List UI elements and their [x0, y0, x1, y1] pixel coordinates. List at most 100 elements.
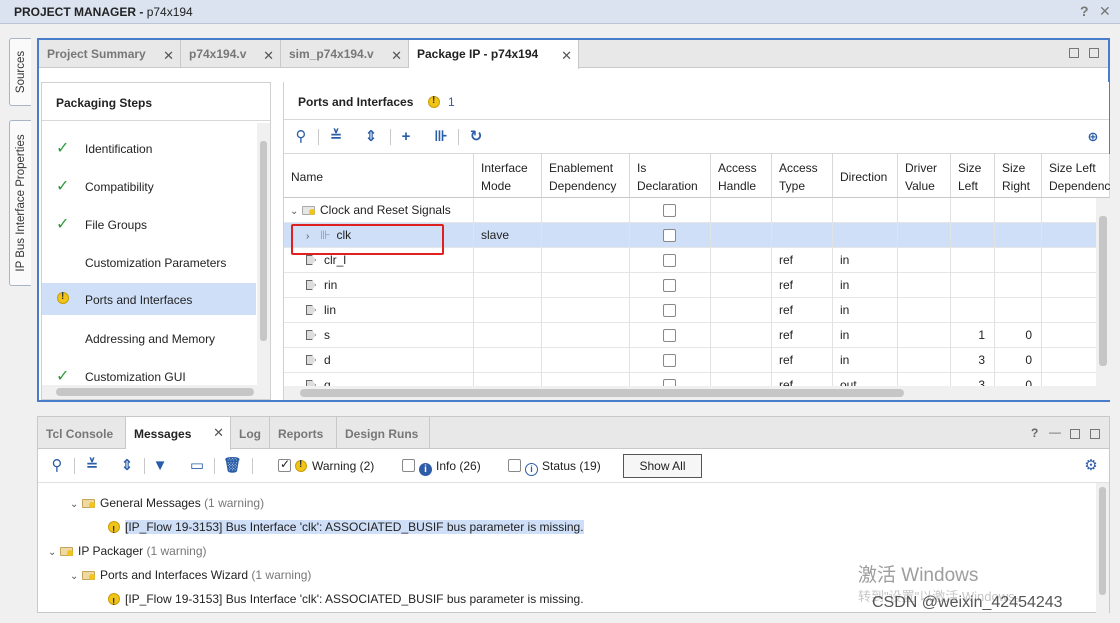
close-icon[interactable]: ✕ [213, 425, 224, 441]
tree-message[interactable]: [IP_Flow 19-3153] Bus Interface 'clk': A… [108, 588, 584, 613]
column-header[interactable]: Enablement Dependency [542, 154, 630, 198]
trash-icon[interactable]: 🗑 [223, 457, 242, 475]
restore-icon[interactable] [1069, 48, 1079, 58]
column-header[interactable]: Direction [833, 154, 898, 198]
bus-interface-icon[interactable]: ⊪ [432, 128, 450, 146]
tree-message[interactable]: [IP_Flow 19-3153] Bus Interface 'clk': A… [108, 516, 584, 542]
table-row[interactable]: rin ref in [284, 273, 1110, 298]
tab-p74x194-v[interactable]: p74x194.v ✕ [181, 40, 281, 68]
tab-sim-p74x194-v[interactable]: sim_p74x194.v ✕ [281, 40, 409, 68]
scrollbar-thumb[interactable] [1099, 487, 1106, 595]
chevron-right-icon[interactable]: › [306, 225, 318, 248]
tree-node-ports-and-interfaces-wizard[interactable]: ⌄ Ports and Interfaces Wizard (1 warning) [70, 564, 311, 586]
gear-icon[interactable]: ⚙ [1082, 457, 1100, 475]
column-header[interactable]: Is Declaration [630, 154, 711, 198]
step-ports-and-interfaces[interactable]: Ports and Interfaces [42, 283, 256, 315]
column-header[interactable]: Interface Mode [474, 154, 542, 198]
tab-messages[interactable]: Messages ✕ [126, 417, 231, 450]
warning-icon[interactable] [428, 95, 440, 108]
declaration-checkbox[interactable] [663, 279, 676, 292]
filter-icon[interactable]: ▼ [151, 457, 169, 475]
tab-log[interactable]: Log [231, 417, 270, 449]
tree-node-general-messages[interactable]: ⌄ General Messages (1 warning) [70, 492, 264, 514]
table-row[interactable]: lin ref in [284, 298, 1110, 323]
status-filter[interactable]: i Status (19) [508, 459, 601, 476]
declaration-checkbox[interactable] [663, 354, 676, 367]
column-header[interactable]: Driver Value [898, 154, 951, 198]
scrollbar-thumb[interactable] [1099, 216, 1107, 366]
steps-h-scrollbar[interactable] [42, 385, 270, 399]
tab-reports[interactable]: Reports [270, 417, 337, 449]
column-header[interactable]: Access Handle [711, 154, 772, 198]
chevron-down-icon[interactable]: ⌄ [48, 542, 60, 564]
expand-all-icon[interactable]: ⇕ [118, 457, 136, 475]
steps-scrollbar[interactable] [257, 123, 270, 387]
warning-checkbox[interactable] [278, 457, 291, 472]
ports-v-scrollbar[interactable] [1096, 198, 1110, 386]
info-checkbox[interactable] [402, 459, 415, 472]
minimize-icon[interactable]: — [1049, 425, 1061, 439]
refresh-icon[interactable]: ↻ [467, 128, 485, 146]
warning-count[interactable]: 1 [448, 95, 455, 109]
warning-filter[interactable]: Warning (2) [278, 457, 374, 473]
comment-icon[interactable]: ▭ [188, 457, 206, 475]
step-compatibility[interactable]: ✓ Compatibility [42, 171, 256, 201]
declaration-checkbox[interactable] [663, 229, 676, 242]
search-icon[interactable]: ⚲ [292, 128, 310, 146]
status-checkbox[interactable] [508, 459, 521, 472]
side-tab-sources[interactable]: Sources [9, 38, 31, 106]
step-customization-parameters[interactable]: Customization Parameters [42, 247, 256, 277]
expand-all-icon[interactable]: ⇕ [362, 128, 380, 146]
maximize-icon[interactable] [1070, 429, 1080, 439]
table-row[interactable]: ⌄ Clock and Reset Signals [284, 198, 1110, 223]
table-row[interactable]: clr_l ref in [284, 248, 1110, 273]
column-header[interactable]: Size Left Dependency [1042, 154, 1110, 198]
search-icon[interactable]: ⚲ [48, 457, 66, 475]
column-header[interactable]: Name [284, 154, 474, 198]
close-icon[interactable]: ✕ [1099, 3, 1111, 20]
step-addressing-and-memory[interactable]: Addressing and Memory [42, 323, 256, 353]
table-row[interactable]: q ref out 3 0 [284, 373, 1110, 386]
scrollbar-thumb[interactable] [300, 389, 904, 397]
column-header[interactable]: Size Left [951, 154, 995, 198]
close-icon[interactable]: ✕ [263, 48, 274, 64]
declaration-checkbox[interactable] [663, 379, 676, 386]
side-tab-ip-bus-interface-properties[interactable]: IP Bus Interface Properties [9, 120, 31, 286]
add-icon[interactable]: + [397, 128, 415, 146]
column-header[interactable]: Access Type [772, 154, 833, 198]
table-row[interactable]: › ⊪ clk slave [284, 223, 1110, 248]
column-header[interactable]: Size Right [995, 154, 1042, 198]
close-icon[interactable]: ✕ [561, 48, 572, 64]
collapse-all-icon[interactable]: ≚ [83, 457, 101, 475]
scrollbar-thumb[interactable] [260, 141, 267, 341]
messages-v-scrollbar[interactable] [1096, 483, 1109, 613]
declaration-checkbox[interactable] [663, 329, 676, 342]
ports-h-scrollbar[interactable] [284, 386, 1110, 400]
tab-project-summary[interactable]: Project Summary ✕ [39, 40, 181, 68]
table-row[interactable]: d ref in 3 0 [284, 348, 1110, 373]
float-icon[interactable] [1090, 429, 1100, 439]
close-icon[interactable]: ✕ [163, 48, 174, 64]
info-filter[interactable]: i Info (26) [402, 459, 481, 476]
collapse-all-icon[interactable]: ≚ [327, 128, 345, 146]
tree-node-ip-packager[interactable]: ⌄ IP Packager (1 warning) [48, 540, 207, 562]
maximize-icon[interactable] [1089, 48, 1099, 58]
step-file-groups[interactable]: ✓ File Groups [42, 209, 256, 239]
help-icon[interactable]: ? [1031, 426, 1038, 440]
tab-design-runs[interactable]: Design Runs [337, 417, 430, 449]
declaration-checkbox[interactable] [663, 254, 676, 267]
tab-tcl-console[interactable]: Tcl Console [38, 417, 126, 449]
help-icon[interactable]: ? [1080, 3, 1089, 19]
declaration-checkbox[interactable] [663, 304, 676, 317]
declaration-checkbox[interactable] [663, 204, 676, 217]
table-row[interactable]: s ref in 1 0 [284, 323, 1110, 348]
show-all-button[interactable]: Show All [623, 454, 702, 478]
tab-package-ip[interactable]: Package IP - p74x194 ✕ [409, 40, 579, 69]
scrollbar-thumb[interactable] [56, 388, 254, 396]
chevron-down-icon[interactable]: ⌄ [70, 494, 82, 516]
chevron-down-icon[interactable]: ⌄ [70, 566, 82, 588]
close-icon[interactable]: ✕ [391, 48, 402, 64]
auto-infer-icon[interactable]: ⊕ [1084, 128, 1102, 146]
chevron-down-icon[interactable]: ⌄ [290, 200, 302, 223]
step-identification[interactable]: ✓ Identification [42, 133, 256, 163]
